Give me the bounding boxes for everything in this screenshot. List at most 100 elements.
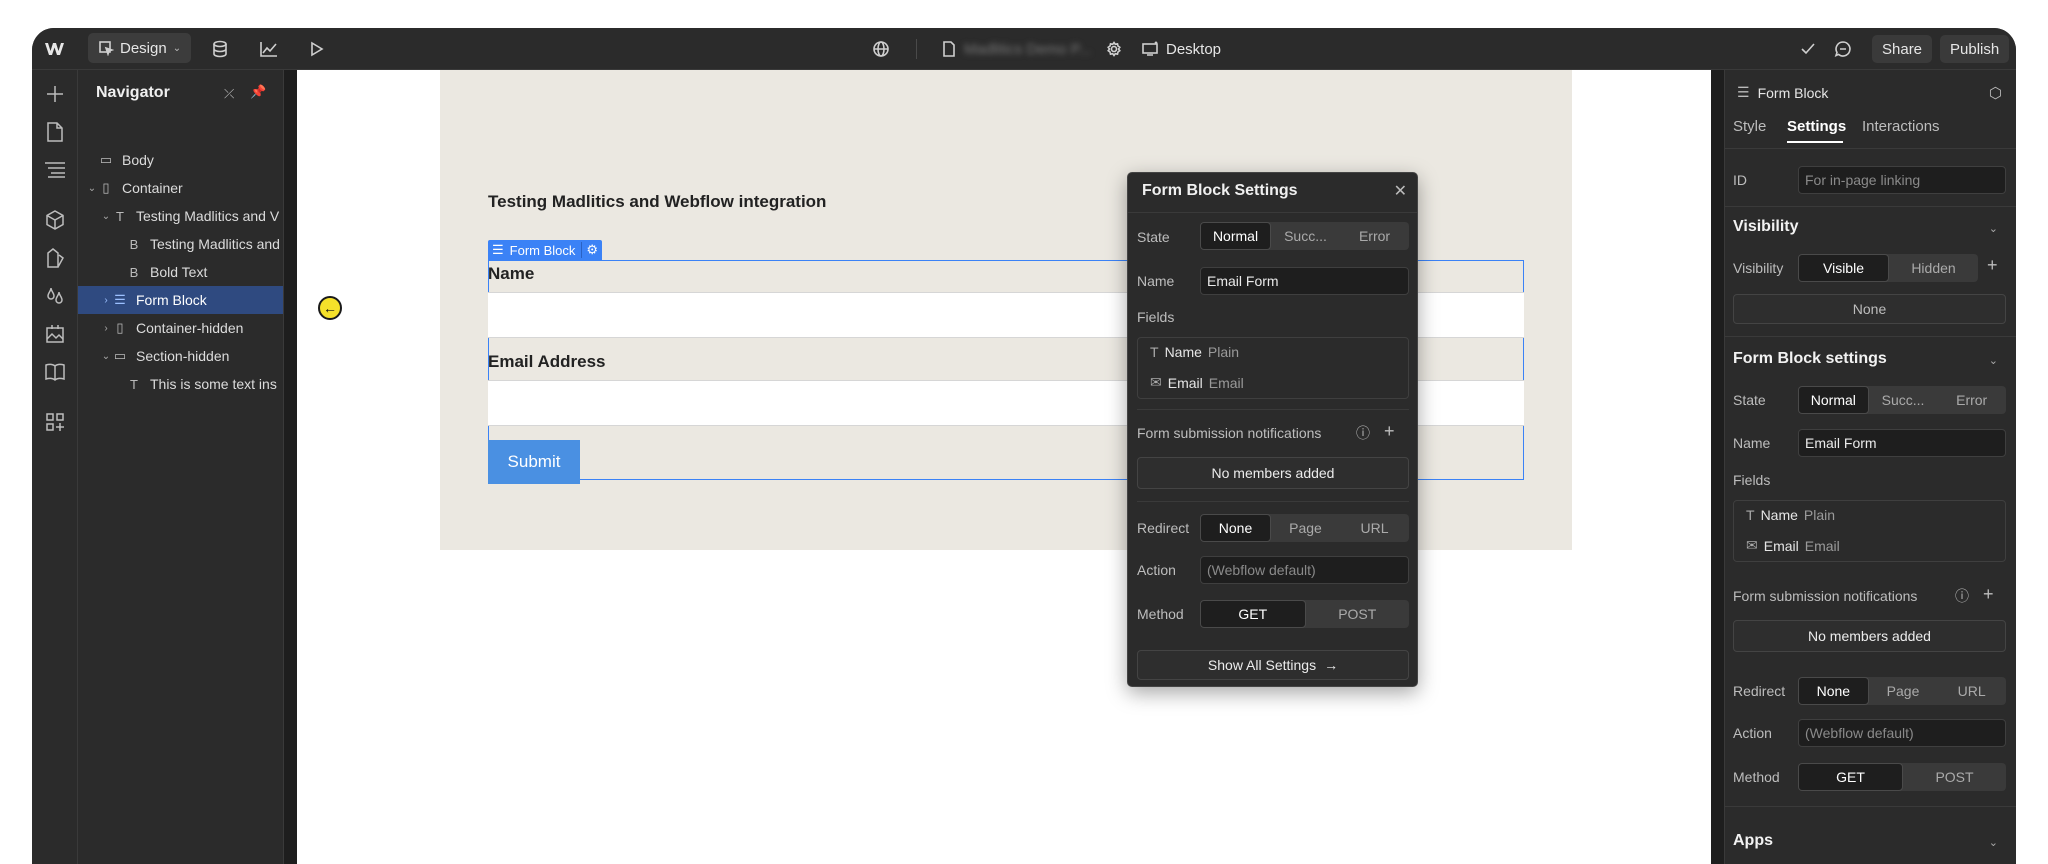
nav-item-bold-testing[interactable]: B Testing Madlitics and (78, 230, 283, 258)
chevron-down-icon[interactable]: ⌄ (100, 351, 112, 362)
method-segmented-control[interactable]: GET POST (1200, 600, 1409, 628)
method-get-option[interactable]: GET (1798, 763, 1903, 791)
visibility-visible-option[interactable]: Visible (1798, 254, 1889, 282)
info-icon[interactable]: ⓘ (1955, 586, 1969, 606)
state-error-option[interactable]: Error (1340, 222, 1409, 250)
nav-item-body[interactable]: ▭ Body (78, 146, 283, 174)
chevron-down-icon[interactable]: ⌄ (100, 211, 112, 222)
nav-item-bold-text[interactable]: B Bold Text (78, 258, 283, 286)
redirect-page-option[interactable]: Page (1869, 677, 1938, 705)
chevron-right-icon[interactable]: › (100, 295, 112, 306)
field-row-name[interactable]: T Name Plain (1150, 344, 1239, 360)
chevron-down-icon[interactable]: ⌄ (86, 183, 98, 194)
nav-item-text-block[interactable]: T This is some text ins (78, 370, 283, 398)
visibility-section-header[interactable]: Visibility (1733, 218, 1799, 236)
state-normal-option[interactable]: Normal (1200, 222, 1271, 250)
navigator-icon[interactable] (43, 158, 67, 182)
id-input[interactable]: For in-page linking (1798, 166, 2006, 194)
nav-item-section-hidden[interactable]: ⌄ ▭ Section-hidden (78, 342, 283, 370)
field-row-email[interactable]: ✉ Email Email (1746, 537, 1840, 554)
analytics-chart-icon[interactable] (260, 28, 278, 70)
plus-icon[interactable]: + (1384, 421, 1395, 442)
plus-icon[interactable]: + (1987, 255, 1998, 276)
state-success-option[interactable]: Succ... (1869, 386, 1938, 414)
visibility-none-box[interactable]: None (1733, 294, 2006, 324)
field-row-email[interactable]: ✉ Email Email (1150, 374, 1244, 391)
nav-item-form-block[interactable]: › ☰ Form Block (78, 286, 283, 314)
component-cube-icon[interactable]: ⬡ (1989, 84, 2002, 102)
gear-icon[interactable] (1106, 28, 1122, 70)
field-name: Email (1763, 537, 1799, 554)
cms-database-icon[interactable] (212, 28, 228, 70)
chevron-right-icon[interactable]: › (100, 323, 112, 334)
assets-icon[interactable] (43, 322, 67, 346)
gear-icon[interactable]: ⚙ (581, 242, 598, 258)
state-segmented-control[interactable]: Normal Succ... Error (1200, 222, 1409, 250)
method-post-option[interactable]: POST (1903, 763, 2006, 791)
visibility-hidden-option[interactable]: Hidden (1889, 254, 1978, 282)
form-block-tag[interactable]: ☰ Form Block ⚙ (488, 240, 603, 260)
state-success-option[interactable]: Succ... (1271, 222, 1340, 250)
nav-item-label: Body (122, 152, 154, 168)
method-get-option[interactable]: GET (1200, 600, 1306, 628)
apps-section-header[interactable]: Apps (1733, 832, 1773, 850)
tab-style[interactable]: Style (1733, 118, 1766, 135)
action-input[interactable]: (Webflow default) (1798, 719, 2006, 747)
webflow-designer-window: Design ⌄ Madlitics Demo P... Desktop Sha… (32, 28, 2016, 864)
action-input[interactable]: (Webflow default) (1200, 556, 1409, 584)
page-heading[interactable]: Testing Madlitics and Webflow integratio… (488, 192, 826, 212)
form-block-settings-header[interactable]: Form Block settings (1733, 350, 1887, 368)
field-row-name[interactable]: T Name Plain (1746, 507, 1835, 523)
redirect-none-option[interactable]: None (1798, 677, 1869, 705)
state-error-option[interactable]: Error (1937, 386, 2006, 414)
redirect-url-option[interactable]: URL (1340, 514, 1409, 542)
nav-item-container-hidden[interactable]: › ▯ Container-hidden (78, 314, 283, 342)
redirect-label: Redirect (1733, 683, 1786, 699)
redirect-none-option[interactable]: None (1200, 514, 1271, 542)
nav-item-container[interactable]: ⌄ ▯ Container (78, 174, 283, 202)
submit-button[interactable]: Submit (488, 440, 580, 484)
form-name-input[interactable]: Email Form (1200, 267, 1409, 295)
globe-icon[interactable] (872, 28, 890, 70)
webflow-logo-icon[interactable] (44, 28, 68, 70)
preview-play-icon[interactable] (310, 28, 324, 70)
library-book-icon[interactable] (43, 360, 67, 384)
tab-interactions[interactable]: Interactions (1862, 118, 1940, 135)
collapse-all-icon[interactable]: ⤫ (224, 86, 234, 102)
state-normal-option[interactable]: Normal (1798, 386, 1869, 414)
show-all-settings-button[interactable]: Show All Settings → (1137, 650, 1409, 680)
plus-icon[interactable]: + (1983, 584, 1994, 605)
nav-item-heading[interactable]: ⌄ T Testing Madlitics and V (78, 202, 283, 230)
add-elements-icon[interactable] (43, 82, 67, 106)
comment-icon[interactable] (1834, 28, 1852, 70)
chevron-down-icon[interactable]: ⌄ (1989, 836, 1998, 849)
breakpoint-selector[interactable]: Desktop (1142, 28, 1221, 70)
visibility-segmented-control[interactable]: Visible Hidden (1798, 254, 1978, 282)
drag-handle-arrow-icon[interactable]: ← (318, 296, 342, 320)
method-post-option[interactable]: POST (1306, 600, 1410, 628)
share-button[interactable]: Share (1872, 35, 1933, 63)
apps-grid-icon[interactable] (43, 410, 67, 434)
styles-icon[interactable] (43, 246, 67, 270)
design-mode-button[interactable]: Design ⌄ (88, 33, 192, 63)
pin-icon[interactable]: 📌 (250, 84, 266, 100)
checkmark-icon[interactable] (1800, 28, 1816, 70)
chevron-down-icon[interactable]: ⌄ (1989, 354, 1998, 367)
redirect-segmented-control[interactable]: None Page URL (1200, 514, 1409, 542)
publish-button[interactable]: Publish (1940, 35, 2010, 63)
form-name-input[interactable]: Email Form (1798, 429, 2006, 457)
method-segmented-control[interactable]: GET POST (1798, 763, 2006, 791)
info-icon[interactable]: ⓘ (1356, 423, 1370, 443)
redirect-segmented-control[interactable]: None Page URL (1798, 677, 2006, 705)
design-canvas[interactable]: Testing Madlitics and Webflow integratio… (297, 70, 1711, 864)
state-segmented-control[interactable]: Normal Succ... Error (1798, 386, 2006, 414)
tab-settings[interactable]: Settings (1787, 118, 1846, 135)
components-icon[interactable] (43, 208, 67, 232)
redirect-page-option[interactable]: Page (1271, 514, 1340, 542)
page-selector[interactable]: Madlitics Demo P... (942, 28, 1091, 70)
variables-icon[interactable] (43, 284, 67, 308)
redirect-url-option[interactable]: URL (1937, 677, 2006, 705)
chevron-down-icon[interactable]: ⌄ (1989, 222, 1998, 235)
close-icon[interactable]: ✕ (1394, 181, 1407, 201)
pages-icon[interactable] (43, 120, 67, 144)
